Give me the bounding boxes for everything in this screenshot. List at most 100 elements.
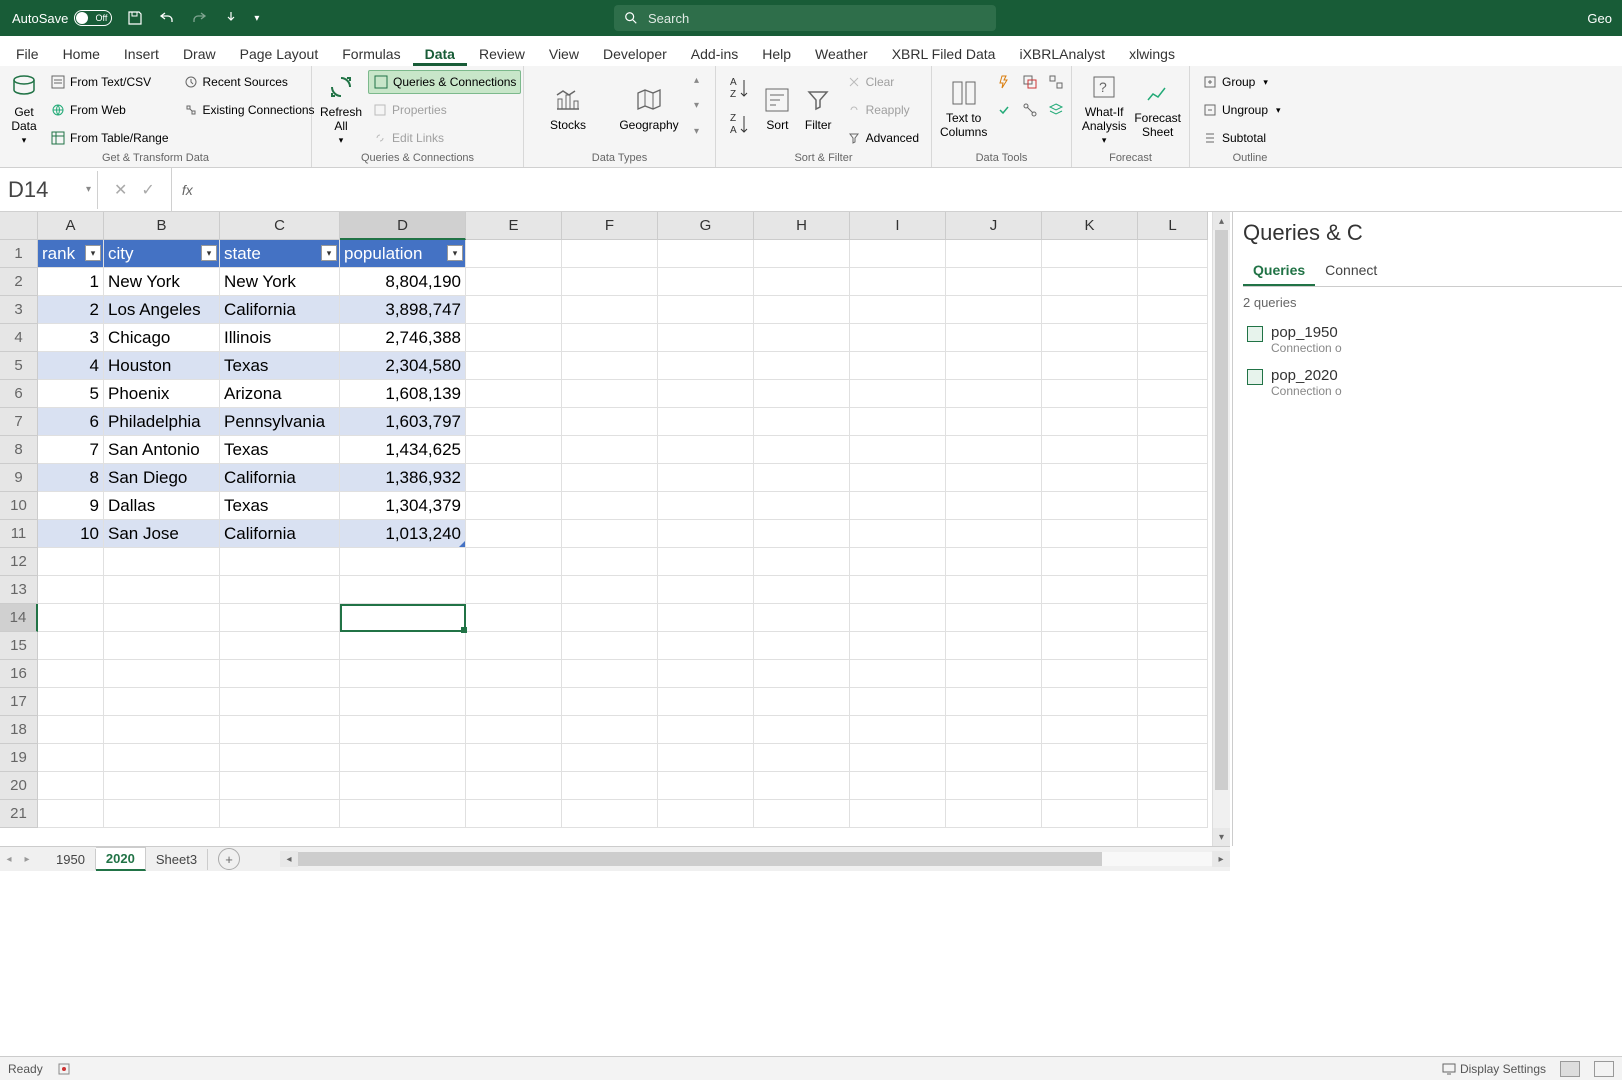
cell[interactable] (946, 688, 1042, 716)
row-header-1[interactable]: 1 (0, 240, 38, 268)
cell[interactable]: Texas (220, 492, 340, 520)
scroll-left-icon[interactable]: ◂ (280, 851, 298, 867)
filter-dropdown-city[interactable]: ▾ (201, 245, 217, 261)
flash-fill-button[interactable] (993, 70, 1015, 94)
tab-file[interactable]: File (4, 40, 51, 66)
cell[interactable]: 3 (38, 324, 104, 352)
cell[interactable] (562, 548, 658, 576)
cell[interactable] (38, 632, 104, 660)
row-header-10[interactable]: 10 (0, 492, 38, 520)
cell[interactable] (658, 604, 754, 632)
cell[interactable] (1042, 800, 1138, 828)
cell[interactable] (562, 772, 658, 800)
cell[interactable]: 2 (38, 296, 104, 324)
cell[interactable] (1138, 744, 1208, 772)
row-header-19[interactable]: 19 (0, 744, 38, 772)
cell[interactable] (562, 716, 658, 744)
cell[interactable] (466, 632, 562, 660)
cell[interactable]: 1,608,139 (340, 380, 466, 408)
table-header-rank[interactable]: rank▾ (38, 240, 104, 268)
cell[interactable] (220, 744, 340, 772)
cell[interactable]: 7 (38, 436, 104, 464)
sheet-tab-2020[interactable]: 2020 (96, 847, 146, 871)
cell[interactable] (946, 744, 1042, 772)
cell[interactable] (658, 660, 754, 688)
cell[interactable]: Dallas (104, 492, 220, 520)
cell[interactable] (850, 772, 946, 800)
cell[interactable] (1042, 604, 1138, 632)
cell[interactable] (754, 772, 850, 800)
sort-desc-button[interactable]: ZA (724, 106, 754, 142)
tab-add-ins[interactable]: Add-ins (679, 40, 750, 66)
row-header-16[interactable]: 16 (0, 660, 38, 688)
cell[interactable] (658, 716, 754, 744)
cell[interactable] (850, 660, 946, 688)
cell[interactable]: 2,746,388 (340, 324, 466, 352)
scroll-up-icon[interactable]: ▴ (1213, 212, 1230, 230)
user-account[interactable]: Geo (1587, 11, 1622, 26)
cell[interactable] (38, 548, 104, 576)
tab-insert[interactable]: Insert (112, 40, 171, 66)
cell[interactable] (104, 660, 220, 688)
cell[interactable] (1042, 660, 1138, 688)
cell[interactable] (340, 744, 466, 772)
row-header-15[interactable]: 15 (0, 632, 38, 660)
from-text-csv-button[interactable]: From Text/CSV (46, 70, 173, 94)
cell[interactable]: 5 (38, 380, 104, 408)
row-header-14[interactable]: 14 (0, 604, 38, 632)
row-header-7[interactable]: 7 (0, 408, 38, 436)
cell[interactable] (1138, 660, 1208, 688)
column-header-E[interactable]: E (466, 212, 562, 240)
sheet-nav-first-icon[interactable]: ◂ (0, 848, 18, 870)
get-data-button[interactable]: Get Data▾ (8, 70, 40, 146)
cell[interactable]: 1,013,240 (340, 520, 466, 548)
cell[interactable] (340, 604, 466, 632)
cell[interactable] (104, 632, 220, 660)
cell[interactable]: 6 (38, 408, 104, 436)
cell[interactable] (562, 744, 658, 772)
cell[interactable] (754, 660, 850, 688)
text-to-columns-button[interactable]: Text to Columns (940, 70, 987, 146)
cell[interactable] (946, 548, 1042, 576)
query-item-pop_2020[interactable]: pop_2020Connection o (1243, 361, 1622, 404)
table-header-city[interactable]: city▾ (104, 240, 220, 268)
cell[interactable] (754, 548, 850, 576)
cells-area[interactable]: rank▾city▾state▾population▾1New YorkNew … (38, 240, 1208, 828)
forecast-sheet-button[interactable]: Forecast Sheet (1134, 70, 1181, 146)
column-header-I[interactable]: I (850, 212, 946, 240)
cell[interactable] (104, 548, 220, 576)
cell[interactable] (1138, 716, 1208, 744)
advanced-filter-button[interactable]: Advanced (842, 126, 923, 150)
select-all-button[interactable] (0, 212, 38, 240)
tab-draw[interactable]: Draw (171, 40, 228, 66)
cell[interactable] (38, 576, 104, 604)
cell[interactable] (562, 800, 658, 828)
pane-tab-queries[interactable]: Queries (1243, 256, 1315, 286)
undo-icon[interactable] (158, 9, 176, 27)
cell[interactable] (562, 688, 658, 716)
tab-view[interactable]: View (537, 40, 591, 66)
cell[interactable] (340, 688, 466, 716)
column-header-A[interactable]: A (38, 212, 104, 240)
cell[interactable] (1138, 632, 1208, 660)
search-box[interactable] (614, 5, 996, 31)
cell[interactable] (1138, 688, 1208, 716)
tab-weather[interactable]: Weather (803, 40, 880, 66)
cell[interactable] (220, 772, 340, 800)
row-header-2[interactable]: 2 (0, 268, 38, 296)
cell[interactable]: New York (220, 268, 340, 296)
cell[interactable] (104, 716, 220, 744)
tab-review[interactable]: Review (467, 40, 537, 66)
cell[interactable] (850, 604, 946, 632)
touch-mode-icon[interactable] (222, 9, 240, 27)
filter-dropdown-population[interactable]: ▾ (447, 245, 463, 261)
cell[interactable]: 4 (38, 352, 104, 380)
cell[interactable]: 3,898,747 (340, 296, 466, 324)
cell[interactable] (754, 576, 850, 604)
cell[interactable] (1042, 772, 1138, 800)
scroll-right-icon[interactable]: ▸ (1212, 851, 1230, 867)
macro-record-icon[interactable] (57, 1062, 71, 1076)
cell[interactable] (340, 576, 466, 604)
row-header-6[interactable]: 6 (0, 380, 38, 408)
cell[interactable] (38, 716, 104, 744)
